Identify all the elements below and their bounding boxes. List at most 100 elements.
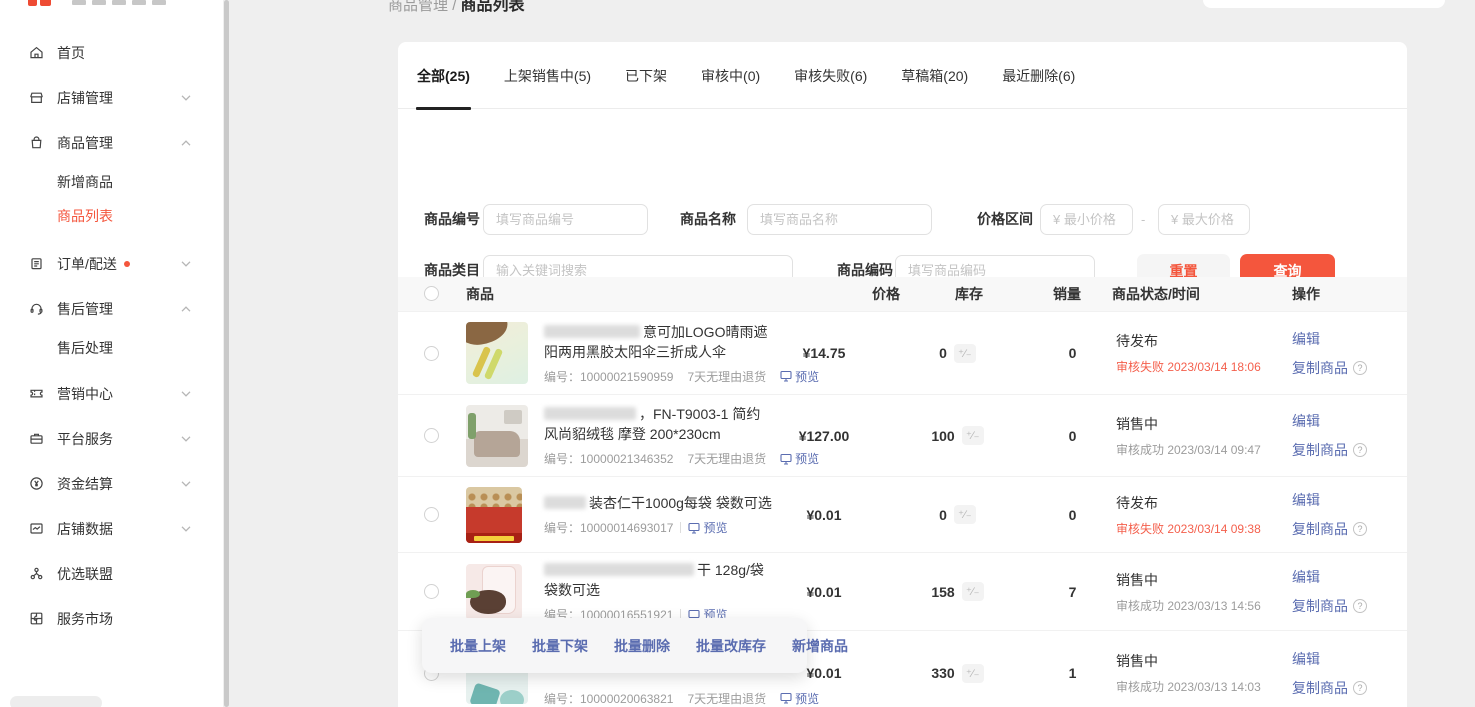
row-checkbox[interactable]: [424, 428, 439, 443]
edit-link[interactable]: 编辑: [1292, 411, 1381, 431]
product-code-input[interactable]: [483, 204, 648, 235]
sidebar-subitem-label: 商品列表: [57, 206, 113, 226]
preview-link[interactable]: 预览: [688, 519, 727, 536]
sidebar-item-shop-data[interactable]: 店铺数据: [0, 506, 223, 551]
status-text: 待发布: [1116, 331, 1282, 351]
product-code: 编号：10000014693017: [544, 519, 673, 536]
preview-monitor-icon: [780, 692, 792, 704]
product-title[interactable]: ，FN-T9003-1 简约风尚貂绒毯 摩登 200*230cm: [544, 404, 774, 444]
audit-text: 审核成功 2023/03/13 14:56: [1116, 597, 1282, 614]
product-name-input[interactable]: [747, 204, 932, 235]
price-value: ¥14.75: [788, 345, 860, 361]
batch-on-shelf-button[interactable]: 批量上架: [437, 636, 519, 656]
select-all-checkbox[interactable]: [424, 286, 439, 301]
help-icon[interactable]: ?: [1353, 361, 1367, 375]
sales-value: 7: [1055, 584, 1090, 600]
sidebar-item-label: 平台服务: [57, 429, 113, 449]
preview-link[interactable]: 预览: [780, 450, 819, 467]
sidebar-item-add-product[interactable]: 新增商品: [0, 165, 223, 199]
product-title[interactable]: 装杏仁干1000g每袋 袋数可选: [544, 493, 774, 513]
sidebar-item-aftersale-handle[interactable]: 售后处理: [0, 331, 223, 365]
stock-edit-icon[interactable]: ⁺∕₋: [962, 426, 984, 445]
stock-edit-icon[interactable]: ⁺∕₋: [954, 344, 976, 363]
sidebar-item-service-market[interactable]: 服务市场: [0, 596, 223, 641]
chevron-up-icon: [181, 139, 191, 146]
row-checkbox[interactable]: [424, 507, 439, 522]
product-code: 编号：10000021590959: [544, 368, 673, 385]
product-title[interactable]: 意可加LOGO晴雨遮阳两用黑胶太阳伞三折成人伞: [544, 322, 774, 362]
sidebar-item-label: 服务市场: [57, 609, 113, 629]
stock-value: 0: [939, 507, 947, 523]
product-code: 编号：10000020063821: [544, 690, 673, 707]
stock-value: 100: [931, 428, 954, 444]
price-range-separator: -: [1141, 204, 1145, 235]
tab-drafts[interactable]: 草稿箱(20): [900, 41, 969, 110]
tab-review-failed[interactable]: 审核失败(6): [793, 41, 868, 110]
briefcase-icon: [28, 430, 45, 447]
copy-product-link[interactable]: 复制商品?: [1292, 519, 1381, 539]
help-icon[interactable]: ?: [1353, 522, 1367, 536]
row-checkbox[interactable]: [424, 584, 439, 599]
copy-product-link[interactable]: 复制商品?: [1292, 678, 1381, 698]
product-code: 编号：10000021346352: [544, 450, 673, 467]
tab-on-sale[interactable]: 上架销售中(5): [503, 41, 592, 110]
help-icon[interactable]: ?: [1353, 681, 1367, 695]
product-title[interactable]: 干 128g/袋 袋数可选: [544, 560, 774, 600]
sidebar-item-product-list[interactable]: 商品列表: [0, 199, 223, 233]
copy-product-link[interactable]: 复制商品?: [1292, 440, 1381, 460]
sidebar-item-funds-settlement[interactable]: 资金结算: [0, 461, 223, 506]
sidebar-item-home[interactable]: 首页: [0, 30, 223, 75]
help-icon[interactable]: ?: [1353, 599, 1367, 613]
preview-link[interactable]: 预览: [780, 690, 819, 707]
chevron-down-icon: [181, 390, 191, 397]
sidebar-item-preferred-alliance[interactable]: 优选联盟: [0, 551, 223, 596]
batch-off-shelf-button[interactable]: 批量下架: [519, 636, 601, 656]
sidebar-item-marketing-center[interactable]: 营销中心: [0, 371, 223, 416]
price-max-input[interactable]: [1158, 204, 1250, 235]
product-meta: 编号：10000021346352 7天无理由退货 预览: [544, 450, 774, 467]
stock-edit-icon[interactable]: ⁺∕₋: [962, 664, 984, 683]
edit-link[interactable]: 编辑: [1292, 567, 1381, 587]
edit-link[interactable]: 编辑: [1292, 649, 1381, 669]
collapsed-widget-cutoff[interactable]: [10, 696, 102, 707]
chevron-down-icon: [181, 435, 191, 442]
price-min-input[interactable]: [1040, 204, 1133, 235]
chevron-down-icon: [181, 94, 191, 101]
product-code-label: 商品编号: [424, 204, 480, 235]
redacted-brand: [544, 325, 640, 338]
price-value: ¥0.01: [788, 584, 860, 600]
edit-link[interactable]: 编辑: [1292, 490, 1381, 510]
chevron-down-icon: [181, 525, 191, 532]
chevron-down-icon: [181, 480, 191, 487]
chart-icon: [28, 520, 45, 537]
sidebar-item-label: 商品管理: [57, 133, 113, 153]
batch-delete-button[interactable]: 批量删除: [601, 636, 683, 656]
preview-link[interactable]: 预览: [780, 368, 819, 385]
sidebar-item-product-manage[interactable]: 商品管理: [0, 120, 223, 165]
sales-value: 0: [1055, 428, 1090, 444]
sidebar-item-shop-manage[interactable]: 店铺管理: [0, 75, 223, 120]
edit-link[interactable]: 编辑: [1292, 329, 1381, 349]
copy-product-link[interactable]: 复制商品?: [1292, 358, 1381, 378]
product-meta: 编号：10000021590959 7天无理由退货 预览: [544, 368, 774, 385]
tab-all[interactable]: 全部(25): [416, 41, 471, 110]
help-icon[interactable]: ?: [1353, 443, 1367, 457]
batch-edit-stock-button[interactable]: 批量改库存: [683, 636, 779, 656]
tab-under-review[interactable]: 审核中(0): [700, 41, 761, 110]
row-checkbox[interactable]: [424, 346, 439, 361]
breadcrumb-section[interactable]: 商品管理: [388, 0, 448, 14]
sidebar-item-orders-delivery[interactable]: 订单/配送: [0, 241, 223, 286]
copy-product-link[interactable]: 复制商品?: [1292, 596, 1381, 616]
tab-recently-deleted[interactable]: 最近删除(6): [1001, 41, 1076, 110]
sidebar-item-aftersale-manage[interactable]: 售后管理: [0, 286, 223, 331]
stock-edit-icon[interactable]: ⁺∕₋: [954, 505, 976, 524]
sidebar-item-platform-services[interactable]: 平台服务: [0, 416, 223, 461]
tab-off-shelf[interactable]: 已下架: [624, 41, 668, 110]
add-product-button[interactable]: 新增商品: [779, 636, 861, 656]
stock-edit-icon[interactable]: ⁺∕₋: [962, 582, 984, 601]
sidebar-scrollbar[interactable]: [224, 0, 229, 707]
audit-text: 审核失败 2023/03/14 09:38: [1116, 520, 1282, 537]
chevron-up-icon: [181, 305, 191, 312]
top-search-cutoff[interactable]: [1203, 0, 1445, 8]
price-value: ¥127.00: [788, 428, 860, 444]
